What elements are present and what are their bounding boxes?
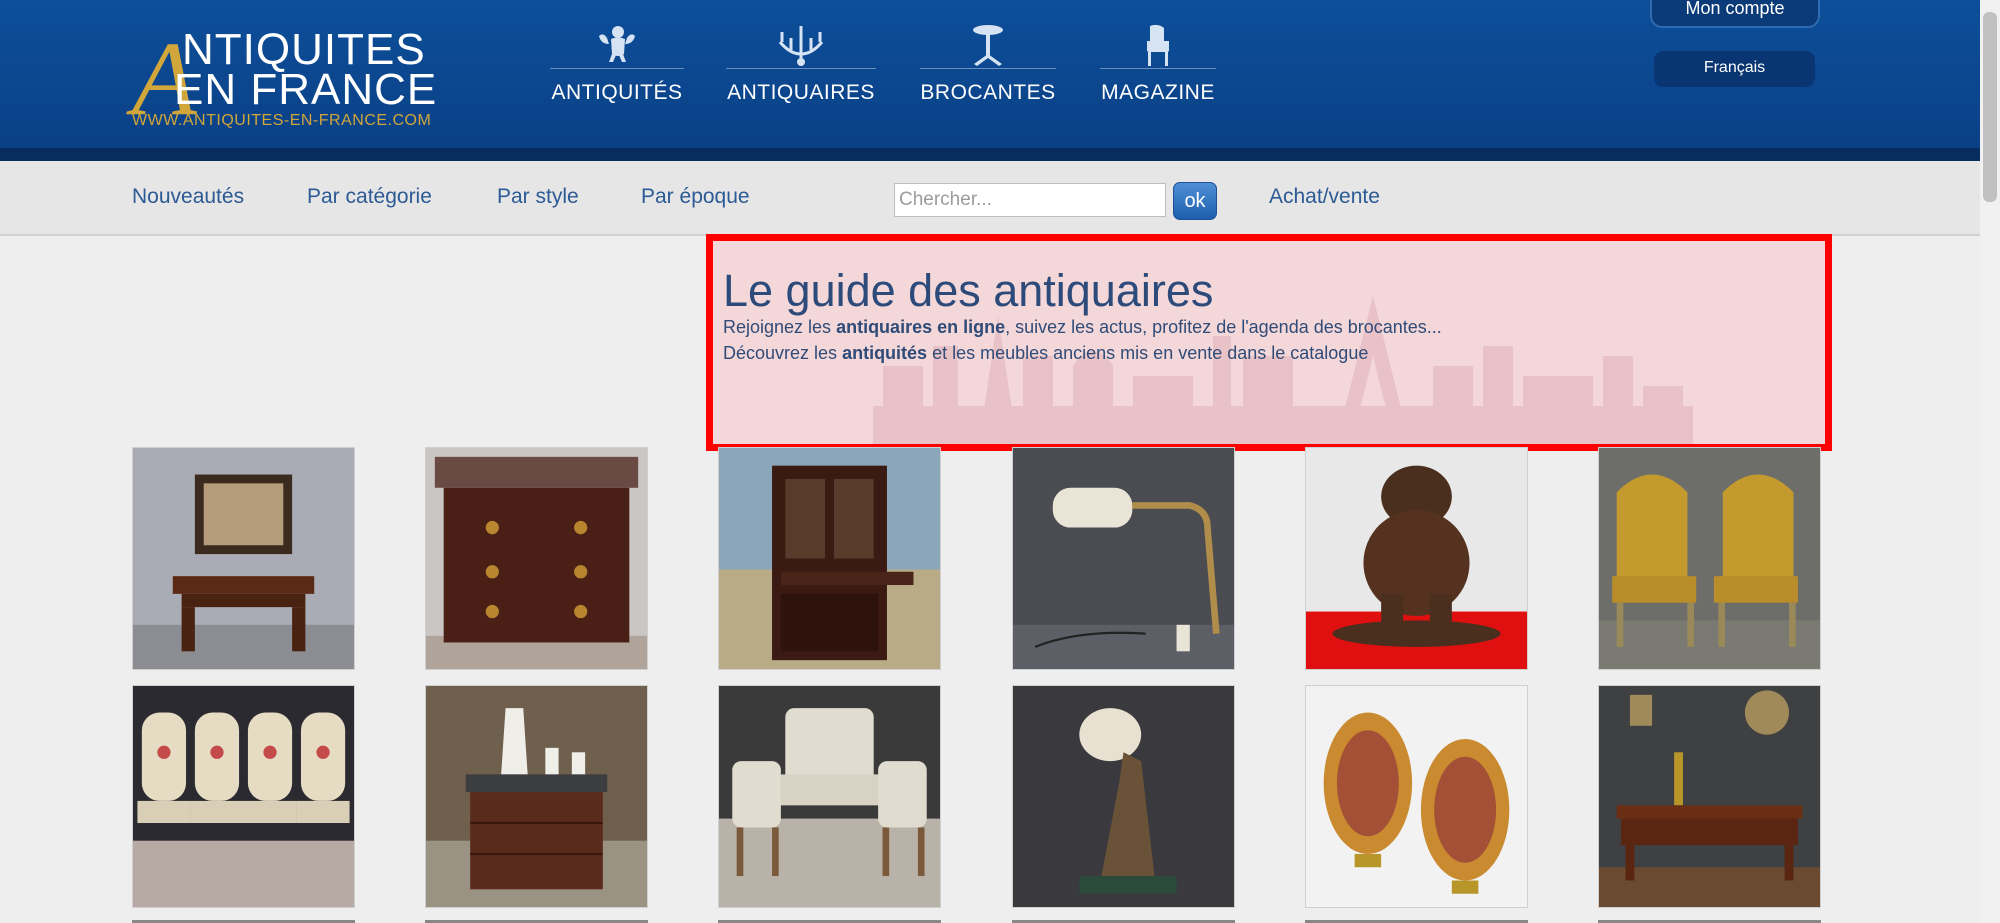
gallery-item-chest-with-statues[interactable] bbox=[425, 685, 648, 908]
wall-lights-image bbox=[1306, 686, 1527, 907]
nav-antiquaires[interactable]: ANTIQUAIRES bbox=[726, 24, 876, 110]
gallery-item-carved-bear[interactable] bbox=[1305, 447, 1528, 670]
gallery-item-glass-wall-lights[interactable] bbox=[1305, 685, 1528, 908]
gallery-item-pair-of-armchairs[interactable] bbox=[1598, 447, 1821, 670]
nav-label: MAGAZINE bbox=[1101, 81, 1215, 104]
nav-magazine[interactable]: MAGAZINE bbox=[1100, 24, 1216, 110]
hero-line-1-pre: Rejoignez les bbox=[723, 317, 837, 337]
carved-bear-image bbox=[1306, 448, 1527, 669]
hero-text-line-1: Rejoignez les antiquaires en ligne, suiv… bbox=[723, 317, 1442, 338]
hero-text-line-2: Découvrez les antiquités et les meubles … bbox=[723, 343, 1368, 364]
gallery-item-marble-top-commode[interactable] bbox=[425, 447, 648, 670]
nav-label: BROCANTES bbox=[920, 81, 1056, 104]
pedestal-table-icon bbox=[973, 25, 1003, 66]
writing-desk-image bbox=[1599, 686, 1820, 907]
gallery-item-writing-desk[interactable] bbox=[1598, 685, 1821, 908]
scrollbar-thumb[interactable] bbox=[1983, 12, 1997, 202]
hero-line-2-post: et les meubles anciens mis en vente dans… bbox=[927, 343, 1369, 363]
console-with-painting-image bbox=[133, 448, 354, 669]
antiquaires-en-ligne-link[interactable]: antiquaires en ligne bbox=[836, 317, 1005, 337]
hero-line-2-pre: Découvrez les bbox=[723, 343, 843, 363]
statue-lamp-image bbox=[1013, 686, 1234, 907]
vertical-scrollbar[interactable] bbox=[1980, 0, 2000, 923]
nav-link-par-epoque[interactable]: Par époque bbox=[641, 185, 750, 209]
desk-lamp-image bbox=[1013, 448, 1234, 669]
nav-label: ANTIQUAIRES bbox=[727, 81, 875, 104]
nav-antiquites[interactable]: ANTIQUITÉS bbox=[550, 24, 684, 110]
chandelier-icon bbox=[778, 26, 824, 66]
nav-link-par-style[interactable]: Par style bbox=[497, 185, 579, 209]
secretary-bookcase-image bbox=[719, 448, 940, 669]
logo-url: WWW.ANTIQUITES-EN-FRANCE.COM bbox=[132, 112, 432, 129]
language-selector[interactable]: Français bbox=[1654, 51, 1815, 87]
antiquites-link[interactable]: antiquités bbox=[842, 343, 927, 363]
my-account-button[interactable]: Mon compte bbox=[1650, 0, 1820, 28]
hero-banner: Le guide des antiquaires Rejoignez les a… bbox=[706, 234, 1832, 451]
salon-set-image bbox=[719, 686, 940, 907]
set-of-chairs-image bbox=[133, 686, 354, 907]
nav-brocantes[interactable]: BROCANTES bbox=[920, 24, 1056, 110]
logo-line-2: EN FRANCE bbox=[174, 65, 438, 114]
nav-link-achat-vente[interactable]: Achat/vente bbox=[1269, 185, 1380, 209]
site-logo[interactable]: A NTIQUITES EN FRANCE WWW.ANTIQUITES-EN-… bbox=[130, 24, 450, 134]
nav-link-nouveautes[interactable]: Nouveautés bbox=[132, 185, 244, 209]
gallery-item-desk-lamp[interactable] bbox=[1012, 447, 1235, 670]
hero-line-1-post: , suivez les actus, profitez de l'agenda… bbox=[1005, 317, 1442, 337]
gallery-item-statue-lamp[interactable] bbox=[1012, 685, 1235, 908]
armchair-icon bbox=[1147, 24, 1169, 66]
gallery-item-console-with-painting[interactable] bbox=[132, 447, 355, 670]
cherub-icon bbox=[599, 26, 635, 62]
nav-link-par-categorie[interactable]: Par catégorie bbox=[307, 185, 432, 209]
armchairs-image bbox=[1599, 448, 1820, 669]
gallery-item-set-of-chairs[interactable] bbox=[132, 685, 355, 908]
search-ok-button[interactable]: ok bbox=[1173, 182, 1217, 220]
search-input[interactable] bbox=[894, 183, 1166, 217]
gallery-item-salon-set[interactable] bbox=[718, 685, 941, 908]
nav-label: ANTIQUITÉS bbox=[551, 81, 683, 104]
secondary-nav: Nouveautés Par catégorie Par style Par é… bbox=[0, 161, 1980, 236]
chest-with-statues-image bbox=[426, 686, 647, 907]
site-header: A NTIQUITES EN FRANCE WWW.ANTIQUITES-EN-… bbox=[0, 0, 1980, 161]
hero-title: Le guide des antiquaires bbox=[723, 265, 1214, 316]
marble-commode-image bbox=[426, 448, 647, 669]
gallery-item-secretary-bookcase[interactable] bbox=[718, 447, 941, 670]
